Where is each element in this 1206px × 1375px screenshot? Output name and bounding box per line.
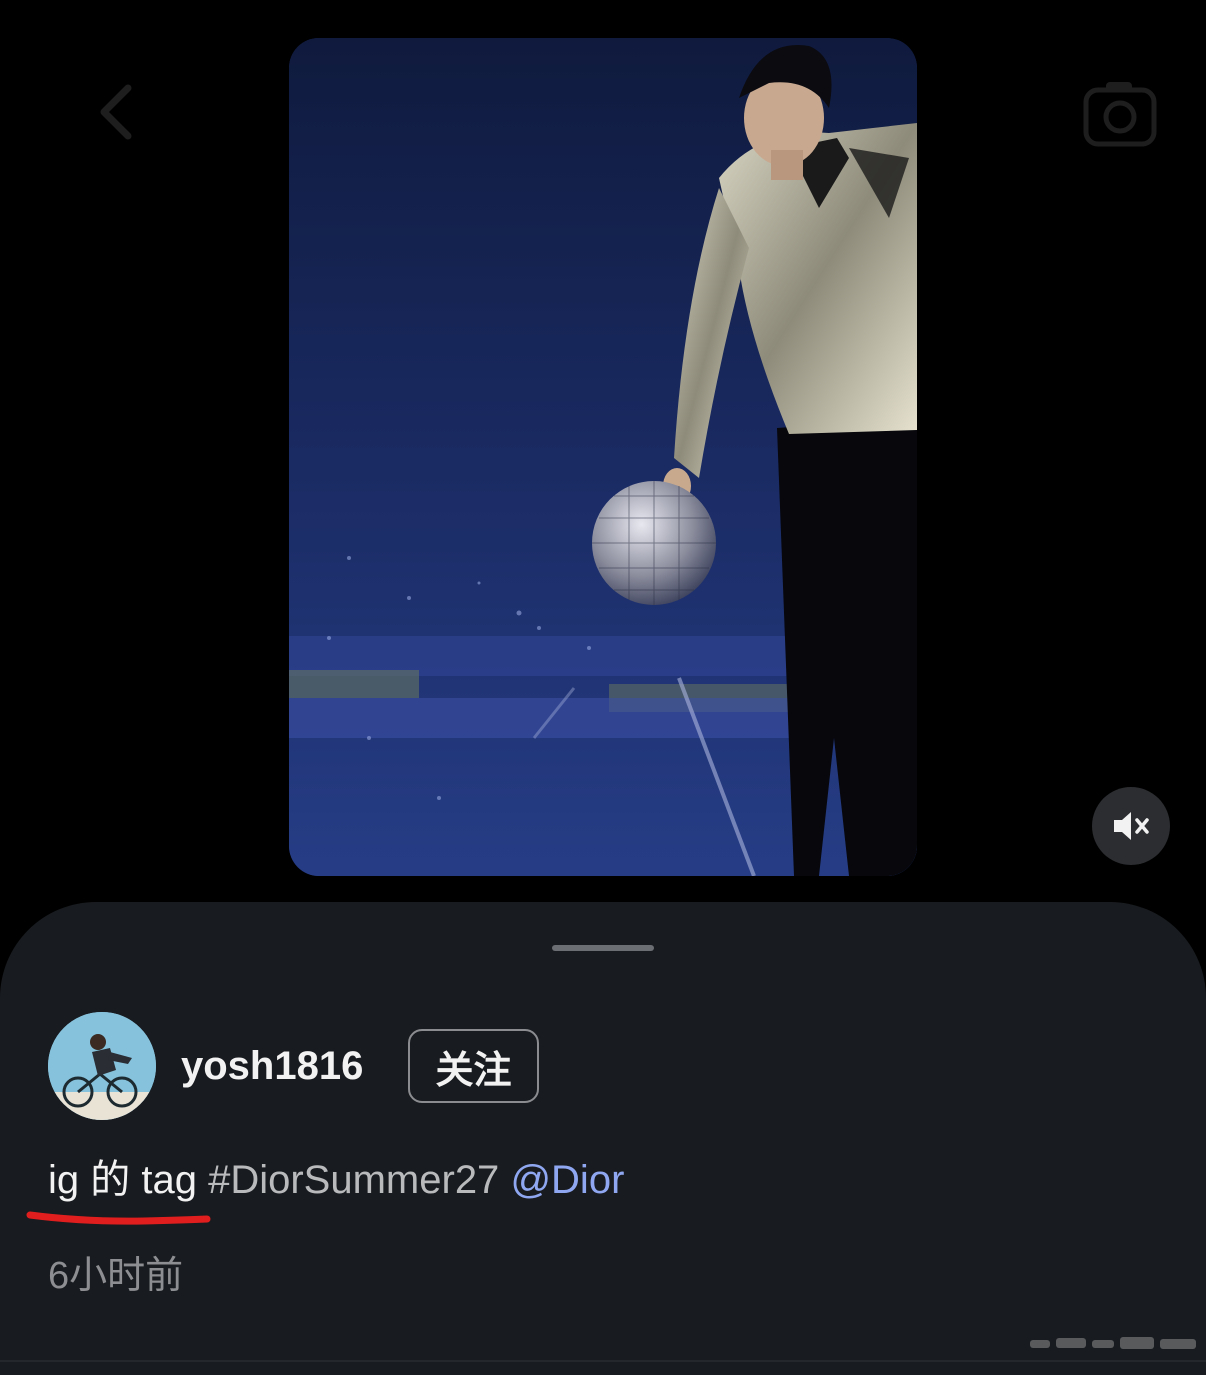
back-icon[interactable] [92,82,142,142]
caption-mention[interactable]: @Dior [510,1158,624,1202]
caption-hashtag[interactable]: #DiorSummer27 [208,1158,499,1202]
avatar-image [48,1012,156,1120]
watermark-icon [1030,1337,1196,1349]
avatar[interactable] [48,1012,156,1120]
red-underline-annotation [26,1211,211,1225]
speaker-muted-icon [1114,812,1149,840]
follow-button[interactable]: 关注 [408,1029,539,1103]
camera-icon[interactable] [1082,78,1158,148]
screen: yosh1816 关注 ig 的 tag #DiorSummer27 @Dior… [0,0,1206,1375]
username[interactable]: yosh1816 [181,1042,363,1090]
post-caption: ig 的 tag #DiorSummer27 @Dior [48,1156,624,1204]
divider [0,1360,1206,1362]
sheet-drag-handle[interactable] [552,945,654,951]
photo-illustration [289,38,917,876]
mute-button[interactable] [1092,787,1170,865]
caption-text: ig 的 tag [48,1158,197,1202]
post-timestamp: 6小时前 [48,1255,184,1297]
post-info-sheet: yosh1816 关注 ig 的 tag #DiorSummer27 @Dior… [0,902,1206,1375]
post-photo[interactable] [289,38,917,876]
